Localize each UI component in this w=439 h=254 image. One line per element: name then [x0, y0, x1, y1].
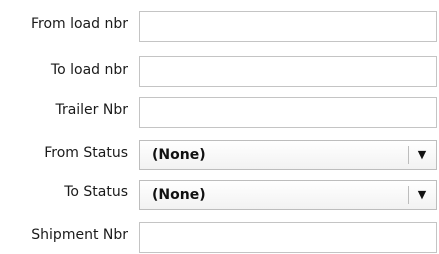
to-status-divider	[408, 186, 409, 204]
triangle-down-icon[interactable]: ▼	[414, 186, 430, 204]
shipment-nbr-label: Shipment Nbr	[31, 227, 128, 243]
to-status-label: To Status	[64, 184, 128, 200]
to-status-select[interactable]: (None) ▼	[139, 180, 437, 210]
from-load-nbr-label: From load nbr	[30, 16, 128, 32]
triangle-down-icon[interactable]: ▼	[414, 146, 430, 164]
load-search-form: From load nbr To load nbr Trailer Nbr Fr…	[0, 0, 439, 254]
shipment-nbr-input[interactable]	[139, 222, 437, 253]
from-status-select[interactable]: (None) ▼	[139, 140, 437, 170]
to-load-nbr-label: To load nbr	[50, 62, 128, 78]
from-status-divider	[408, 146, 409, 164]
trailer-nbr-label: Trailer Nbr	[55, 102, 128, 118]
from-status-selected-value: (None)	[152, 147, 206, 163]
trailer-nbr-input[interactable]	[139, 97, 437, 128]
from-status-label: From Status	[44, 145, 128, 161]
to-load-nbr-input[interactable]	[139, 56, 437, 87]
to-status-selected-value: (None)	[152, 187, 206, 203]
from-load-nbr-input[interactable]	[139, 11, 437, 42]
